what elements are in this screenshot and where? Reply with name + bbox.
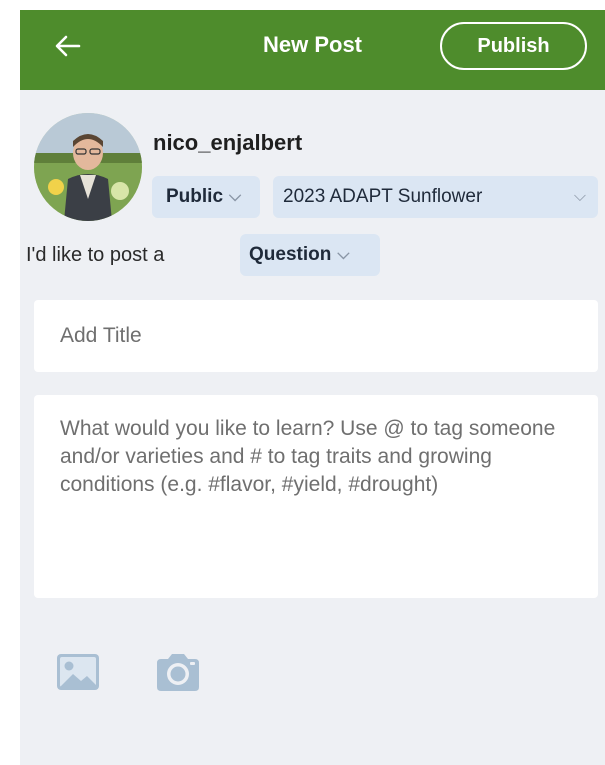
avatar[interactable] [34, 113, 142, 221]
avatar-photo [34, 113, 142, 221]
publish-button[interactable]: Publish [440, 22, 587, 70]
take-photo-button[interactable] [150, 644, 206, 700]
image-icon [57, 654, 99, 690]
add-image-button[interactable] [50, 644, 106, 700]
chevron-down-icon: ⌵ [229, 188, 242, 205]
chevron-down-icon: ⌵ [337, 246, 350, 263]
title-input[interactable] [34, 300, 598, 372]
top-app-bar: New Post Publish [20, 10, 605, 90]
post-body-input[interactable] [34, 395, 598, 598]
camera-icon [157, 654, 199, 691]
arrow-left-icon [55, 35, 81, 57]
username: nico_enjalbert [153, 130, 303, 155]
post-type-value: Question [249, 244, 332, 265]
post-type-prompt: I'd like to post a [26, 244, 165, 266]
group-value: 2023 ADAPT Sunflower [283, 186, 483, 207]
back-button[interactable] [48, 26, 88, 66]
chevron-down-icon: ⌵ [573, 188, 586, 205]
new-post-screen: New Post Publish nico_enjalbert Public ⌵… [20, 10, 605, 765]
post-type-dropdown[interactable]: Question ⌵ [240, 234, 380, 276]
group-dropdown[interactable]: 2023 ADAPT Sunflower ⌵ [273, 176, 598, 218]
visibility-value: Public [166, 186, 224, 207]
visibility-dropdown[interactable]: Public ⌵ [152, 176, 260, 218]
